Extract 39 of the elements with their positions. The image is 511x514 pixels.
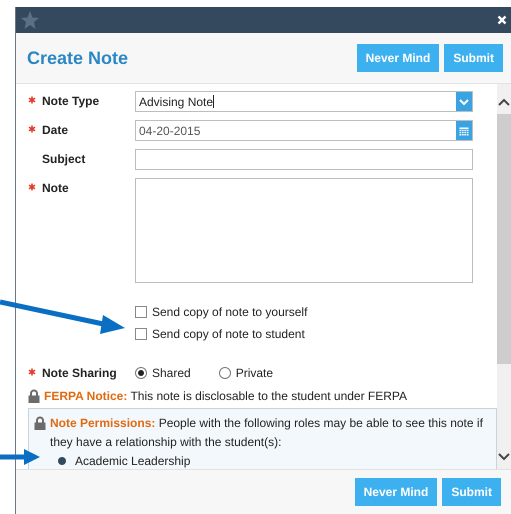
bullet-icon [58,457,66,465]
scroll-down-icon[interactable] [498,453,510,461]
radio-label: Private [236,366,274,380]
note-field[interactable] [135,178,473,283]
field-label: Subject [42,152,86,166]
field-label: Note Type [42,94,100,108]
date-field[interactable]: 04-20-2015 [135,120,473,141]
lock-icon [34,416,46,430]
ferpa-notice: FERPA Notice: This note is disclosable to the student under FERPA [44,389,408,403]
scrollbar[interactable] [497,84,511,469]
radio-label: Shared [152,366,191,380]
dialog-title: Create Note [27,48,128,68]
checkbox[interactable] [135,306,147,318]
close-icon[interactable] [497,15,507,25]
scroll-up-icon[interactable] [498,98,510,106]
chevron-down-icon [459,98,469,106]
field-label: Note Sharing [42,366,117,380]
submit-button[interactable]: Submit [444,44,503,72]
arrow [0,447,42,467]
scroll-thumb[interactable] [497,114,511,364]
checkbox-label: Send copy of note to student [152,327,305,341]
dropdown-button[interactable] [456,92,472,111]
checkbox-label: Send copy of note to yourself [152,305,308,319]
calendar-icon [459,126,469,136]
role-name: Academic Leadership [75,453,190,469]
submit-button[interactable]: Submit [442,478,501,506]
lock-icon [28,389,40,403]
radio-button[interactable] [135,367,147,379]
calendar-button[interactable] [456,121,472,140]
subject-field[interactable] [135,149,473,170]
never-mind-button[interactable]: Never Mind [356,44,440,72]
dropdown-field[interactable]: Advising Note [135,91,473,112]
field-label: Date [42,123,68,137]
star-icon [20,10,40,30]
checkbox[interactable] [135,328,147,340]
permissions-text: Note Permissions: People with the following roles may be able to see this note if they have a relationship with the student(s): [50,415,484,451]
never-mind-button[interactable]: Never Mind [354,478,438,506]
field-label: Note [42,181,69,195]
radio-button[interactable] [218,367,231,379]
